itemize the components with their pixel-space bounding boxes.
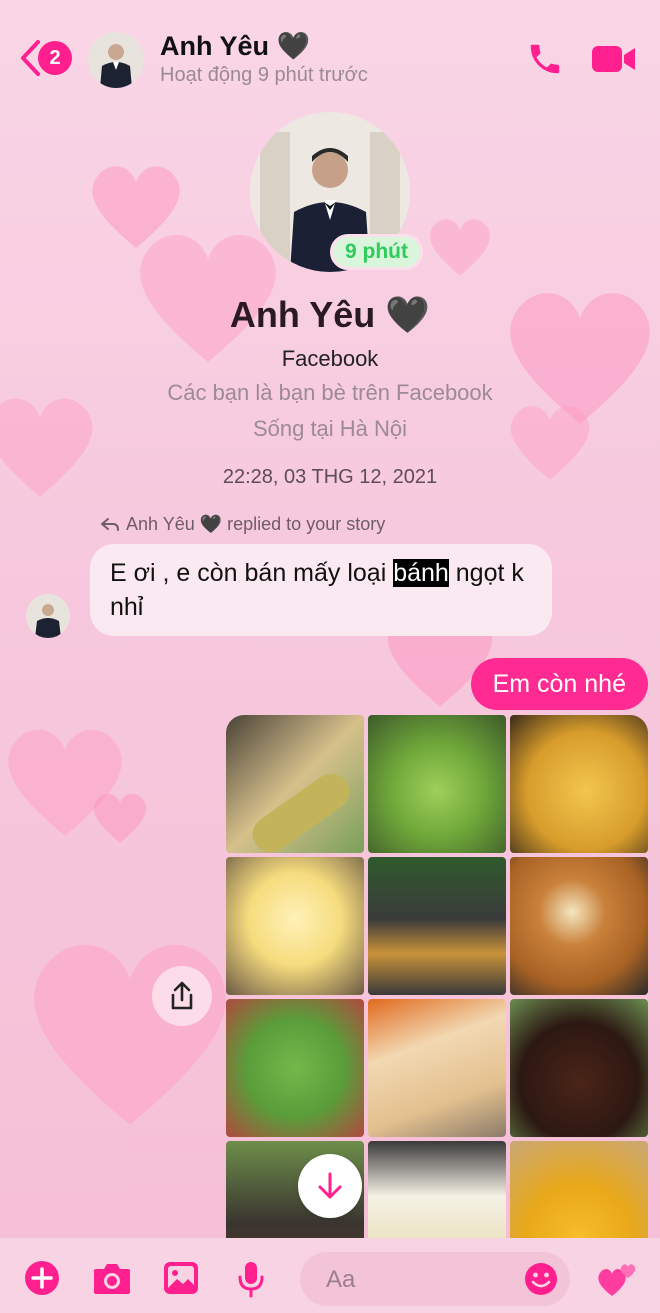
scroll-to-bottom-button[interactable] [298, 1154, 362, 1218]
emoji-icon[interactable] [524, 1262, 558, 1296]
cake-photo[interactable] [510, 715, 648, 853]
microphone-icon[interactable] [236, 1260, 266, 1298]
background-heart [90, 790, 150, 844]
incoming-message[interactable]: E ơi , e còn bán mấy loại bánh ngọt k nh… [90, 544, 552, 636]
share-icon [171, 981, 193, 1010]
profile-location: Sống tại Hà Nội [252, 416, 408, 441]
plus-icon[interactable] [24, 1260, 60, 1296]
cake-photo[interactable] [226, 715, 364, 853]
profile-name: Anh Yêu 🖤 [229, 294, 431, 335]
cake-photo[interactable] [226, 857, 364, 995]
message-text: E ơi , e còn bán mấy loại [110, 559, 394, 587]
background-heart [425, 215, 495, 277]
contact-name[interactable]: Anh Yêu 🖤 [160, 30, 310, 62]
camera-icon[interactable] [92, 1260, 132, 1296]
share-button[interactable] [152, 966, 212, 1026]
highlighted-word: bánh [393, 559, 449, 587]
cake-photo[interactable] [510, 999, 648, 1137]
cake-photo[interactable] [368, 999, 506, 1137]
message-timestamp: 22:28, 03 THG 12, 2021 [222, 466, 438, 488]
background-heart [20, 930, 240, 1130]
unread-badge: 2 [38, 41, 72, 75]
arrow-down-icon [318, 1172, 342, 1199]
outgoing-message[interactable]: Em còn nhé [470, 658, 648, 710]
back-button[interactable]: 2 [18, 38, 72, 78]
reply-arrow-icon [101, 517, 119, 531]
photo-grid [226, 715, 648, 1279]
video-camera-icon[interactable] [592, 44, 636, 74]
image-icon[interactable] [162, 1260, 200, 1296]
phone-icon[interactable] [526, 40, 564, 78]
cake-photo[interactable] [368, 857, 506, 995]
sender-avatar[interactable] [26, 594, 70, 638]
reply-note-text: Anh Yêu 🖤 replied to your story [126, 514, 386, 534]
hearts-icon[interactable] [596, 1258, 640, 1298]
cake-photo[interactable] [226, 999, 364, 1137]
cake-photo[interactable] [368, 715, 506, 853]
profile-platform: Facebook [281, 346, 379, 371]
active-status: Hoạt động 9 phút trước [160, 64, 368, 86]
cake-photo[interactable] [510, 857, 648, 995]
message-input-placeholder: Aa [326, 1266, 356, 1293]
chat-header: 2 Anh Yêu 🖤 Hoạt động 9 phút trước [0, 0, 660, 115]
profile-friends-line: Các bạn là bạn bè trên Facebook [167, 380, 493, 405]
story-reply-note: Anh Yêu 🖤 replied to your story [100, 514, 385, 535]
active-duration-pill: 9 phút [330, 234, 423, 270]
avatar[interactable] [88, 32, 144, 88]
